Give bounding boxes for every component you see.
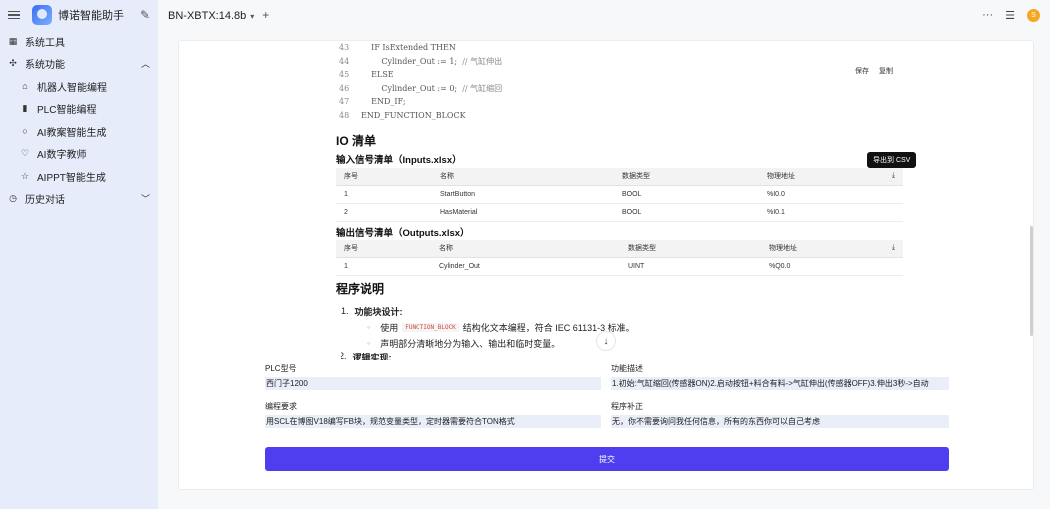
sidebar-header: 博诺智能助手 ✎: [0, 0, 158, 30]
submit-button[interactable]: 提交: [265, 447, 949, 471]
program-description: 1. 功能块设计: ◦ 使用 FUNCTION_BLOCK 结构化文本编程，符合 IEC…: [341, 303, 635, 360]
more-icon[interactable]: ···: [982, 9, 993, 21]
outputs-table-title: 输出信号清单（Outputs.xlsx）: [336, 228, 470, 239]
program-supplement-label: 程序补正: [611, 402, 643, 411]
column-header: 名称: [432, 168, 614, 186]
robot-icon: ⌂: [22, 81, 28, 92]
clock-icon: ◷: [9, 193, 17, 204]
program-supplement-input[interactable]: 无，你不需要询问我任何信息，所有的东西你可以自己考虑: [611, 415, 949, 428]
column-header: 名称: [431, 240, 620, 258]
code-line: 46 Cylinder_Out := 0; // 气缸缩回: [339, 83, 503, 93]
menu-icon[interactable]: [8, 10, 20, 20]
model-name: BN-XBTX:14.8b: [168, 10, 247, 22]
sidebar-item-aippt[interactable]: ☆ AIPPT智能生成: [0, 165, 158, 188]
inputs-table: 序号 名称 数据类型 物理地址 ⤓ 1 StartButton BOOL %I0.0 …: [336, 168, 903, 222]
list-item: 1. 功能块设计:: [341, 306, 403, 317]
sidebar-item-label: AIPPT智能生成: [37, 172, 106, 184]
chat-card: 43 IF IsExtended THEN 44 Cylinder_Out :=…: [178, 40, 1034, 490]
sidebar-item-label: PLC智能编程: [37, 105, 97, 117]
heart-icon: ♡: [20, 148, 30, 159]
sidebar-item-label: AI教案智能生成: [37, 127, 107, 139]
download-icon[interactable]: ⤓: [853, 168, 903, 186]
add-model-icon[interactable]: +: [262, 8, 269, 22]
list-item: ◦ 声明部分清晰地分为输入、输出和临时变量。: [367, 338, 561, 349]
column-header: 物理地址: [759, 168, 854, 186]
sidebar-item-system-functions[interactable]: ✣ 系统功能 ︿: [0, 53, 158, 76]
table-row: 1 Cylinder_Out UINT %Q0.0: [336, 257, 903, 276]
column-header: 序号: [336, 168, 432, 186]
column-header: 数据类型: [620, 240, 761, 258]
copy-button[interactable]: 复制: [879, 66, 893, 76]
chevron-up-icon: ︿: [140, 59, 150, 70]
sidebar-item-label: 机器人智能编程: [37, 82, 107, 94]
sidebar-item-label: 系统功能: [25, 60, 65, 72]
topbar-actions: ··· ☰ S: [982, 8, 1040, 22]
chevron-down-icon: ﹀: [140, 194, 150, 205]
code-actions: 保存 复制: [855, 66, 893, 76]
outputs-table: 序号 名称 数据类型 物理地址 ⤓ 1 Cylinder_Out UINT %Q0.0: [336, 240, 903, 276]
code-line: 43 IF IsExtended THEN: [339, 43, 456, 53]
plc-model-input[interactable]: 西门子1200: [265, 377, 601, 390]
table-row: 1 StartButton BOOL %I0.0: [336, 185, 903, 204]
app-title: 博诺智能助手: [58, 10, 124, 22]
table-header-row: 序号 名称 数据类型 物理地址 ⤓: [336, 168, 903, 186]
user-avatar[interactable]: S: [1027, 8, 1040, 22]
sidebar-item-label: AI数字教师: [37, 150, 87, 162]
main-area: BN-XBTX:14.8b ▾ + ··· ☰ S 43 IF IsExtended…: [158, 0, 1050, 509]
table-row: 2 HasMaterial BOOL %I0.1: [336, 203, 903, 222]
inputs-table-title: 输入信号清单（Inputs.xlsx）: [336, 155, 462, 166]
chevron-down-icon: ▾: [250, 12, 255, 21]
scrollbar[interactable]: [1030, 226, 1033, 336]
sidebar: 博诺智能助手 ✎ ▦ 系统工具 ✣ 系统功能 ︿ ⌂ 机器人智能编程 ▮ PLC…: [0, 0, 158, 509]
new-chat-icon[interactable]: ✎: [140, 8, 150, 22]
export-csv-tooltip: 导出到 CSV: [867, 152, 917, 168]
sidebar-item-system-tools[interactable]: ▦ 系统工具: [0, 30, 158, 53]
plc-icon: ▮: [22, 103, 28, 114]
puzzle-icon: ✣: [9, 58, 17, 69]
sidebar-item-label: 历史对话: [25, 195, 65, 207]
sidebar-item-robot-programming[interactable]: ⌂ 机器人智能编程: [0, 75, 158, 98]
settings-sliders-icon[interactable]: ☰: [1005, 9, 1015, 22]
code-block: 43 IF IsExtended THEN 44 Cylinder_Out :=…: [339, 41, 879, 122]
code-line: 47 END_IF;: [339, 97, 406, 107]
plc-model-label: PLC型号: [265, 364, 297, 373]
sidebar-item-ai-digital-teacher[interactable]: ♡ AI数字教师: [0, 143, 158, 166]
sidebar-item-history[interactable]: ◷ 历史对话 ﹀: [0, 188, 158, 211]
sidebar-item-label: 系统工具: [25, 37, 65, 49]
sidebar-item-ai-lesson-plan[interactable]: ○ AI教案智能生成: [0, 120, 158, 143]
sidebar-item-plc-programming[interactable]: ▮ PLC智能编程: [0, 98, 158, 121]
download-icon[interactable]: ⤓: [853, 240, 903, 258]
column-header: 数据类型: [614, 168, 759, 186]
programming-requirements-label: 编程要求: [265, 402, 297, 411]
inline-code: FUNCTION_BLOCK: [402, 322, 459, 332]
function-description-label: 功能描述: [611, 364, 643, 373]
program-section-title: 程序说明: [336, 282, 385, 296]
list-item: 2. 逻辑实现:: [341, 351, 392, 360]
code-line: 48 END_FUNCTION_BLOCK: [339, 110, 466, 120]
grid-icon: ▦: [8, 35, 18, 46]
table-header-row: 序号 名称 数据类型 物理地址 ⤓: [336, 240, 903, 258]
code-line: 44 Cylinder_Out := 1; // 气缸伸出: [339, 56, 503, 66]
function-description-input[interactable]: 1.初始:气缸缩回(传感器ON)2.启动按钮+料合有料->气缸伸出(传感器OFF…: [611, 377, 949, 390]
app-logo: [32, 5, 52, 25]
circle-icon: ○: [22, 126, 28, 137]
arrow-down-icon: ↓: [603, 335, 609, 347]
save-button[interactable]: 保存: [855, 66, 869, 76]
programming-requirements-input[interactable]: 用SCL在博图V18编写FB块，规范变量类型，定时器需要符合TON格式: [265, 415, 601, 428]
scroll-down-button[interactable]: ↓: [596, 331, 616, 351]
column-header: 序号: [336, 240, 431, 258]
star-icon: ☆: [20, 170, 30, 181]
code-line: 45 ELSE: [339, 70, 394, 80]
topbar: BN-XBTX:14.8b ▾ + ··· ☰ S: [158, 0, 1050, 30]
model-selector[interactable]: BN-XBTX:14.8b ▾ +: [168, 8, 269, 22]
list-item: ◦ 使用 FUNCTION_BLOCK 结构化文本编程，符合 IEC 61131-3 …: [367, 322, 635, 333]
io-section-title: IO 清单: [336, 134, 377, 148]
column-header: 物理地址: [761, 240, 854, 258]
